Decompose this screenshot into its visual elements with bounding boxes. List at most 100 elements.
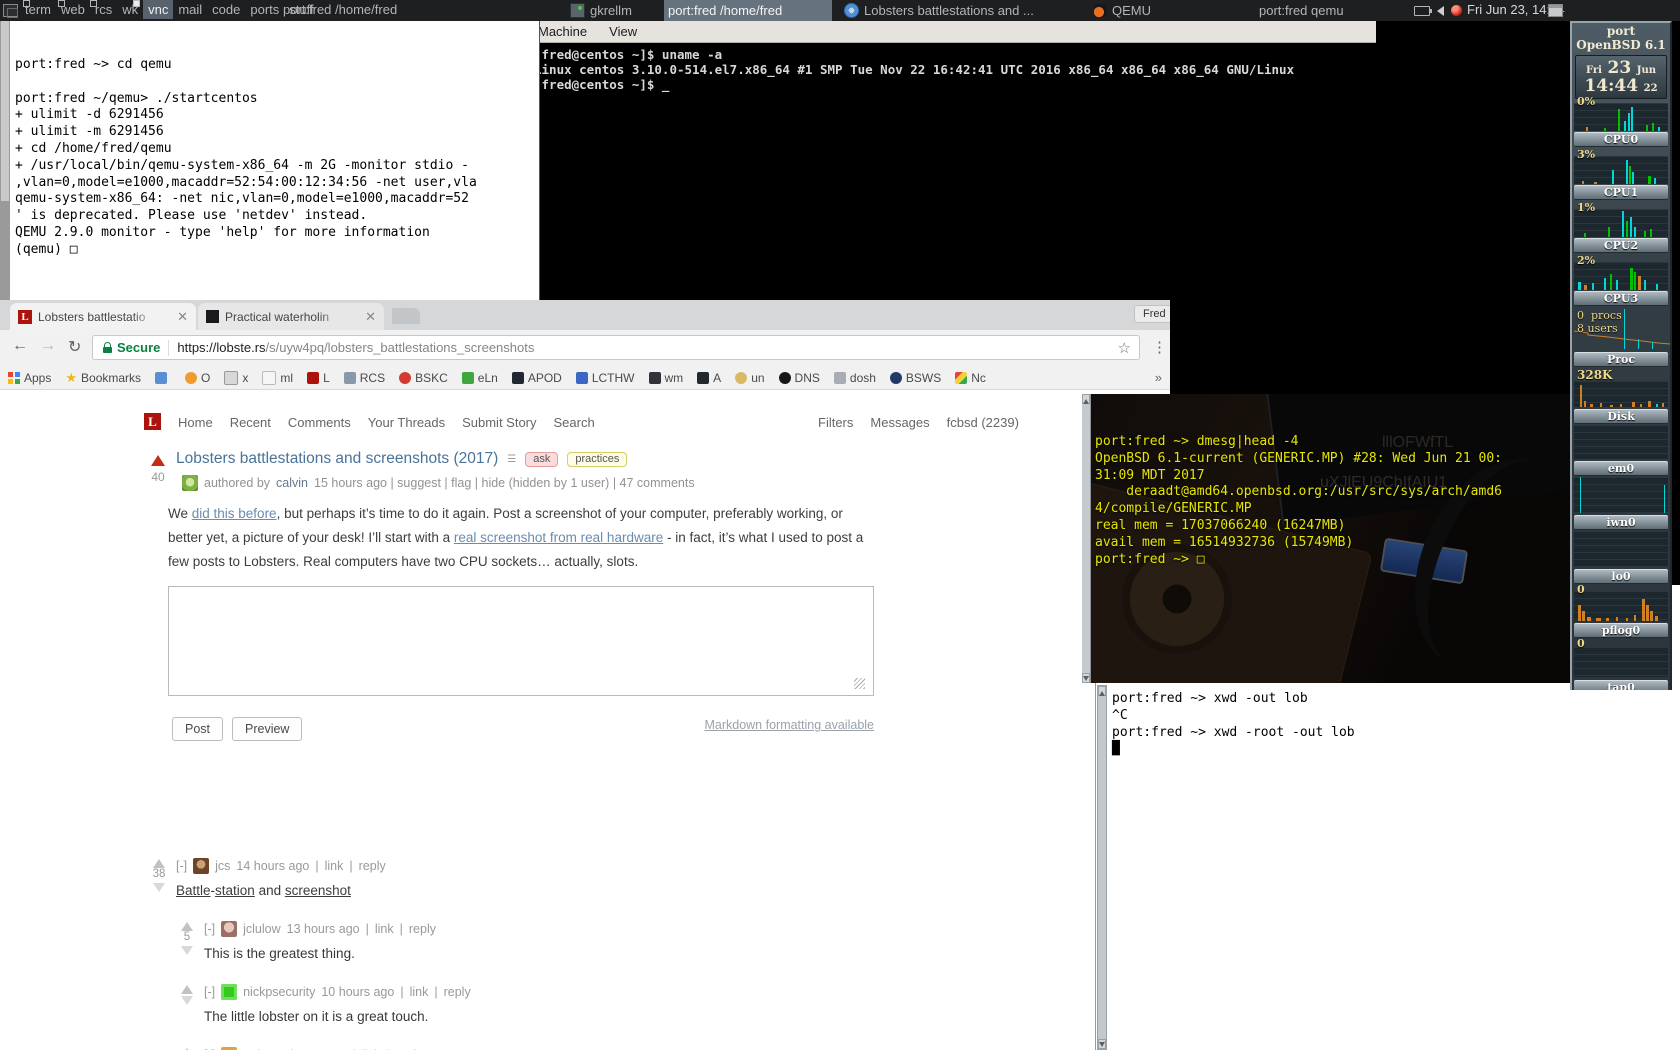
notification-icon[interactable] <box>1451 5 1462 16</box>
nav-comments[interactable]: Comments <box>288 415 351 430</box>
bookmark-item[interactable]: DNS <box>779 371 820 385</box>
pflog0-label[interactable]: pflog0 <box>1574 623 1668 638</box>
comment-input[interactable] <box>168 586 874 696</box>
disk-label[interactable]: Disk <box>1574 409 1668 424</box>
nav-recent[interactable]: Recent <box>230 415 271 430</box>
task-terminal-active[interactable]: port:fred /home/fred <box>664 0 832 21</box>
post-button[interactable]: Post <box>172 717 223 741</box>
battery-icon[interactable] <box>1414 6 1430 16</box>
tab-close-icon[interactable]: ✕ <box>177 309 188 325</box>
nav-messages[interactable]: Messages <box>870 415 929 430</box>
bookmark-item[interactable]: O <box>185 371 210 385</box>
tab-practical-waterholing[interactable]: Practical waterholin ✕ <box>198 303 384 330</box>
bookmark-item[interactable]: wm <box>649 371 684 385</box>
address-bar[interactable]: Secure https://lobste.rs/s/uyw4pq/lobste… <box>92 335 1140 360</box>
menu-machine[interactable]: Machine <box>538 24 587 39</box>
nav-user-karma[interactable]: fcbsd (2239) <box>947 415 1019 430</box>
scroll-up-icon[interactable] <box>1082 394 1090 404</box>
profile-button[interactable]: Fred <box>1134 305 1170 323</box>
tap0-label[interactable]: tap0 <box>1574 680 1668 690</box>
bookmark-item[interactable]: BSKC <box>399 371 448 385</box>
bookmark-item[interactable]: ml <box>262 371 293 385</box>
em0-label[interactable]: em0 <box>1574 461 1668 476</box>
nav-your-threads[interactable]: Your Threads <box>368 415 445 430</box>
task-chrome[interactable]: Lobsters battlestations and ... <box>840 0 1038 21</box>
bookmark-item[interactable]: A <box>697 371 721 385</box>
comment-permalink[interactable]: link <box>410 985 429 999</box>
back-button[interactable]: ← <box>12 337 28 355</box>
iwn0-label[interactable]: iwn0 <box>1574 515 1668 530</box>
did-this-before-link[interactable]: did this before <box>192 506 277 521</box>
cpu3-label[interactable]: CPU3 <box>1574 291 1668 306</box>
textarea-resize-handle[interactable] <box>854 678 865 689</box>
tag-practices[interactable]: practices <box>567 452 627 467</box>
reload-button[interactable]: ↻ <box>68 337 81 357</box>
real-screenshot-link[interactable]: real screenshot from real hardware <box>454 530 663 545</box>
comment-downvote-arrow[interactable] <box>153 883 165 892</box>
comment-collapse-toggle[interactable]: [-] <box>204 922 215 936</box>
terminal-scrollbar[interactable] <box>0 21 10 300</box>
cpu0-label[interactable]: CPU0 <box>1574 132 1668 147</box>
task-gkrellm[interactable]: gkrellm <box>566 0 636 21</box>
forward-button[interactable]: → <box>40 337 56 355</box>
browser-menu-icon[interactable]: ⋮ <box>1152 338 1167 356</box>
bookmark-item[interactable]: dosh <box>834 371 876 385</box>
story-title-link[interactable]: Lobsters battlestations and screenshots … <box>176 450 498 468</box>
show-desktop-icon[interactable] <box>1548 4 1563 17</box>
cpu2-label[interactable]: CPU2 <box>1574 238 1668 253</box>
story-upvote-arrow[interactable] <box>151 455 165 466</box>
workspace-ports[interactable]: ports <box>245 0 284 19</box>
task-qemu[interactable]: QEMU <box>1090 0 1155 21</box>
nav-submit-story[interactable]: Submit Story <box>462 415 536 430</box>
bookmark-item[interactable]: RCS <box>344 371 385 385</box>
scroll-up-icon[interactable] <box>1098 686 1106 696</box>
bookmark-item[interactable]: un <box>735 371 764 385</box>
comment-author-link[interactable]: jcs <box>215 859 230 873</box>
comment-author-link[interactable]: jclulow <box>243 922 281 936</box>
comment-permalink[interactable]: link <box>325 859 344 873</box>
task-qemu-terminal[interactable]: port:fred qemu <box>1255 0 1348 21</box>
nav-home[interactable]: Home <box>178 415 213 430</box>
terminal-scrollbar[interactable] <box>1082 394 1091 683</box>
bookmark-item[interactable] <box>155 372 171 384</box>
comment-reply-link[interactable]: reply <box>359 859 386 873</box>
menu-view[interactable]: View <box>609 24 637 39</box>
nav-filters[interactable]: Filters <box>818 415 853 430</box>
battle-link[interactable]: Battle <box>176 883 211 898</box>
comment-collapse-toggle[interactable]: [-] <box>204 985 215 999</box>
comment-upvote-arrow[interactable] <box>181 985 193 994</box>
pager-icon[interactable] <box>3 4 18 17</box>
tab-close-icon[interactable]: ✕ <box>365 309 376 325</box>
tag-ask[interactable]: ask <box>525 452 558 467</box>
apps-shortcut[interactable]: Apps <box>8 371 51 385</box>
preview-button[interactable]: Preview <box>232 717 302 741</box>
comment-downvote-arrow[interactable] <box>181 996 193 1005</box>
workspace-mail[interactable]: mail <box>173 0 207 19</box>
bookmark-item[interactable]: x <box>224 371 248 385</box>
tab-lobsters[interactable]: L Lobsters battlestatio ✕ <box>10 303 196 330</box>
comment-reply-link[interactable]: reply <box>409 922 436 936</box>
cpu1-label[interactable]: CPU1 <box>1574 185 1668 200</box>
lobsters-logo[interactable]: L <box>144 413 161 430</box>
bookmarks-shortcut[interactable]: ★ Bookmarks <box>65 370 141 386</box>
scroll-down-icon[interactable] <box>1082 673 1090 683</box>
comment-downvote-arrow[interactable] <box>181 946 193 955</box>
bookmark-item[interactable]: LCTHW <box>576 371 635 385</box>
comment-author-link[interactable]: nickpsecurity <box>243 985 315 999</box>
new-tab-button[interactable] <box>392 308 420 324</box>
comment-reply-link[interactable]: reply <box>444 985 471 999</box>
bookmark-item[interactable]: L <box>307 371 330 385</box>
workspace-code[interactable]: code <box>207 0 245 19</box>
bookmark-item[interactable]: Nc <box>955 371 986 385</box>
comment-collapse-toggle[interactable]: [-] <box>176 859 187 873</box>
nav-search[interactable]: Search <box>554 415 595 430</box>
volume-icon[interactable] <box>1437 6 1444 16</box>
bookmark-item[interactable]: APOD <box>512 371 562 385</box>
bookmark-star-icon[interactable]: ☆ <box>1118 339 1131 357</box>
station-link[interactable]: station <box>215 883 255 898</box>
comment-permalink[interactable]: link <box>375 922 394 936</box>
markdown-note-link[interactable]: Markdown formatting available <box>653 718 874 732</box>
bookmarks-overflow-icon[interactable]: » <box>1155 370 1162 385</box>
author-link[interactable]: calvin <box>276 476 308 490</box>
screenshot-link[interactable]: screenshot <box>285 883 351 898</box>
